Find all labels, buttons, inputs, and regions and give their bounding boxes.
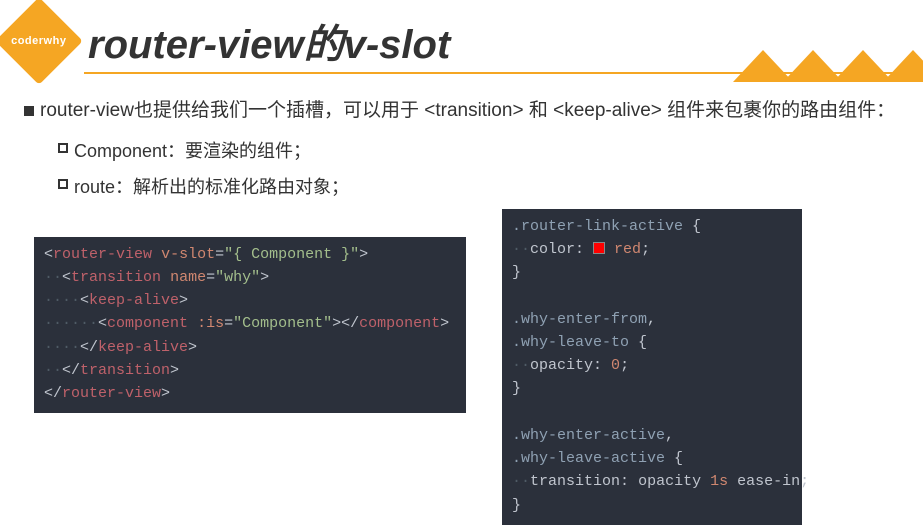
bullet-text: router-view也提供给我们一个插槽，可以用于 <transition> … — [40, 98, 895, 125]
code-row: <router-view v-slot="{ Component }"> ··<… — [24, 209, 899, 525]
bullet-level-2: route：解析出的标准化路由对象； — [58, 173, 899, 199]
decorative-zigzag — [723, 40, 923, 82]
hollow-square-icon — [58, 143, 68, 153]
code-block-template: <router-view v-slot="{ Component }"> ··<… — [34, 237, 466, 414]
content: router-view也提供给我们一个插槽，可以用于 <transition> … — [0, 72, 923, 525]
bullet-text: route：解析出的标准化路由对象； — [74, 173, 349, 199]
square-bullet-icon — [24, 106, 34, 116]
bullet-level-2: Component：要渲染的组件； — [58, 137, 899, 163]
bullet-level-1: router-view也提供给我们一个插槽，可以用于 <transition> … — [24, 98, 899, 125]
page-title: router-view的v-slot — [88, 12, 450, 70]
code-block-css: .router-link-active { ··color: red; } .w… — [502, 209, 802, 525]
logo-text: coderwhy — [11, 35, 66, 47]
hollow-square-icon — [58, 179, 68, 189]
color-swatch-icon — [593, 242, 605, 254]
bullet-text: Component：要渲染的组件； — [74, 137, 311, 163]
